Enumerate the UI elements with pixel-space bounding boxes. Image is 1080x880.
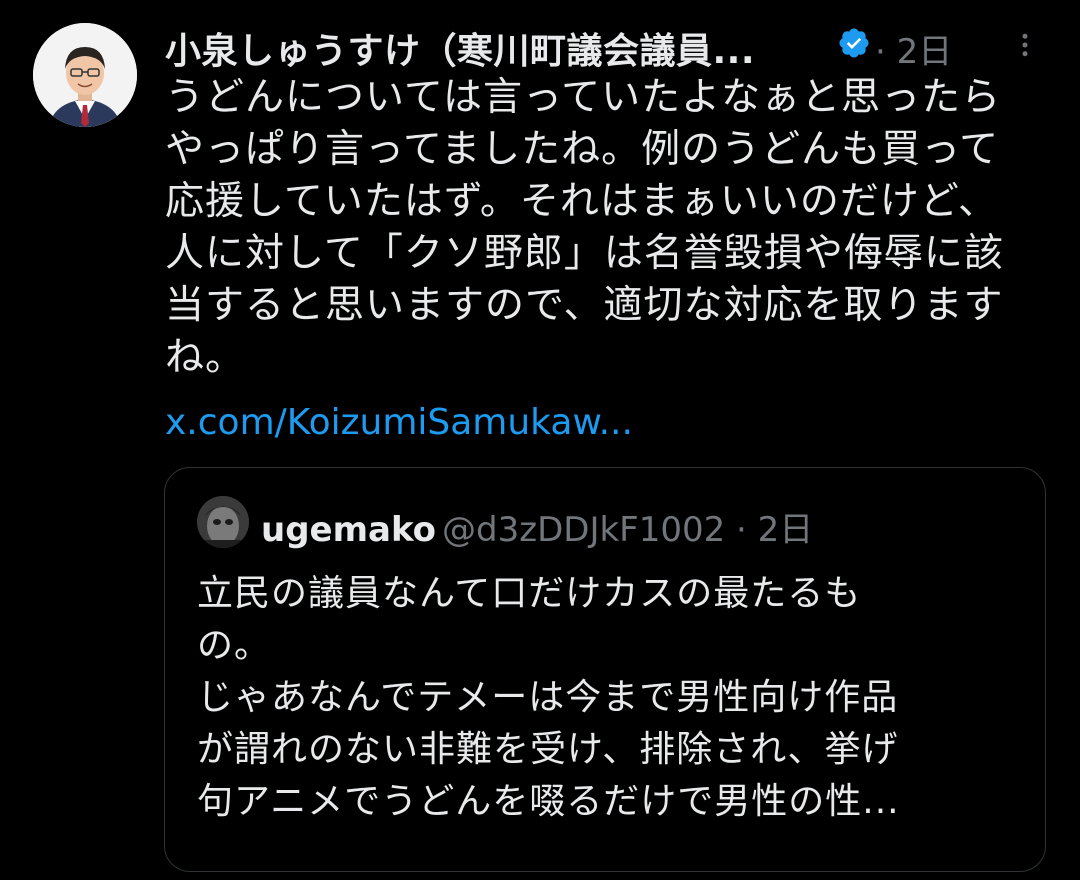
- quoted-text: 立民の議員なんて口だけカスの最たるも の。 じゃあなんでテメーは今まで男性向け作…: [197, 573, 900, 822]
- avatar-image: [33, 23, 137, 127]
- quoted-avatar-image: [197, 496, 249, 548]
- tweet-text: うどんについては言っていたよなぁと思ったら やっぱり言ってましたね。例のうどんも…: [165, 75, 1004, 380]
- author-display-name[interactable]: 小泉しゅうすけ（寒川町議会議員...: [165, 22, 755, 74]
- quoted-tweet[interactable]: ugemako @d3zDDJkF1002 · 2日 立民の議員なんて口だけカスの…: [164, 467, 1046, 872]
- quoted-author-avatar[interactable]: [197, 496, 249, 548]
- author-avatar[interactable]: [33, 23, 137, 127]
- tweet-timestamp[interactable]: · 2日: [875, 24, 952, 73]
- quoted-display-name[interactable]: ugemako: [261, 510, 436, 550]
- more-vertical-icon[interactable]: [1010, 30, 1040, 60]
- tweet-header: 小泉しゅうすけ（寒川町議会議員... · 2日: [165, 20, 1045, 73]
- verified-badge-icon: [839, 28, 869, 58]
- tweet[interactable]: 小泉しゅうすけ（寒川町議会議員... · 2日 うどんについては言っていたよなぁ…: [0, 0, 1080, 880]
- quoted-handle-time: @d3zDDJkF1002 · 2日: [442, 510, 814, 550]
- quoted-header: ugemako @d3zDDJkF1002 · 2日: [261, 502, 813, 551]
- tweet-link[interactable]: x.com/KoizumiSamukaw...: [165, 402, 633, 443]
